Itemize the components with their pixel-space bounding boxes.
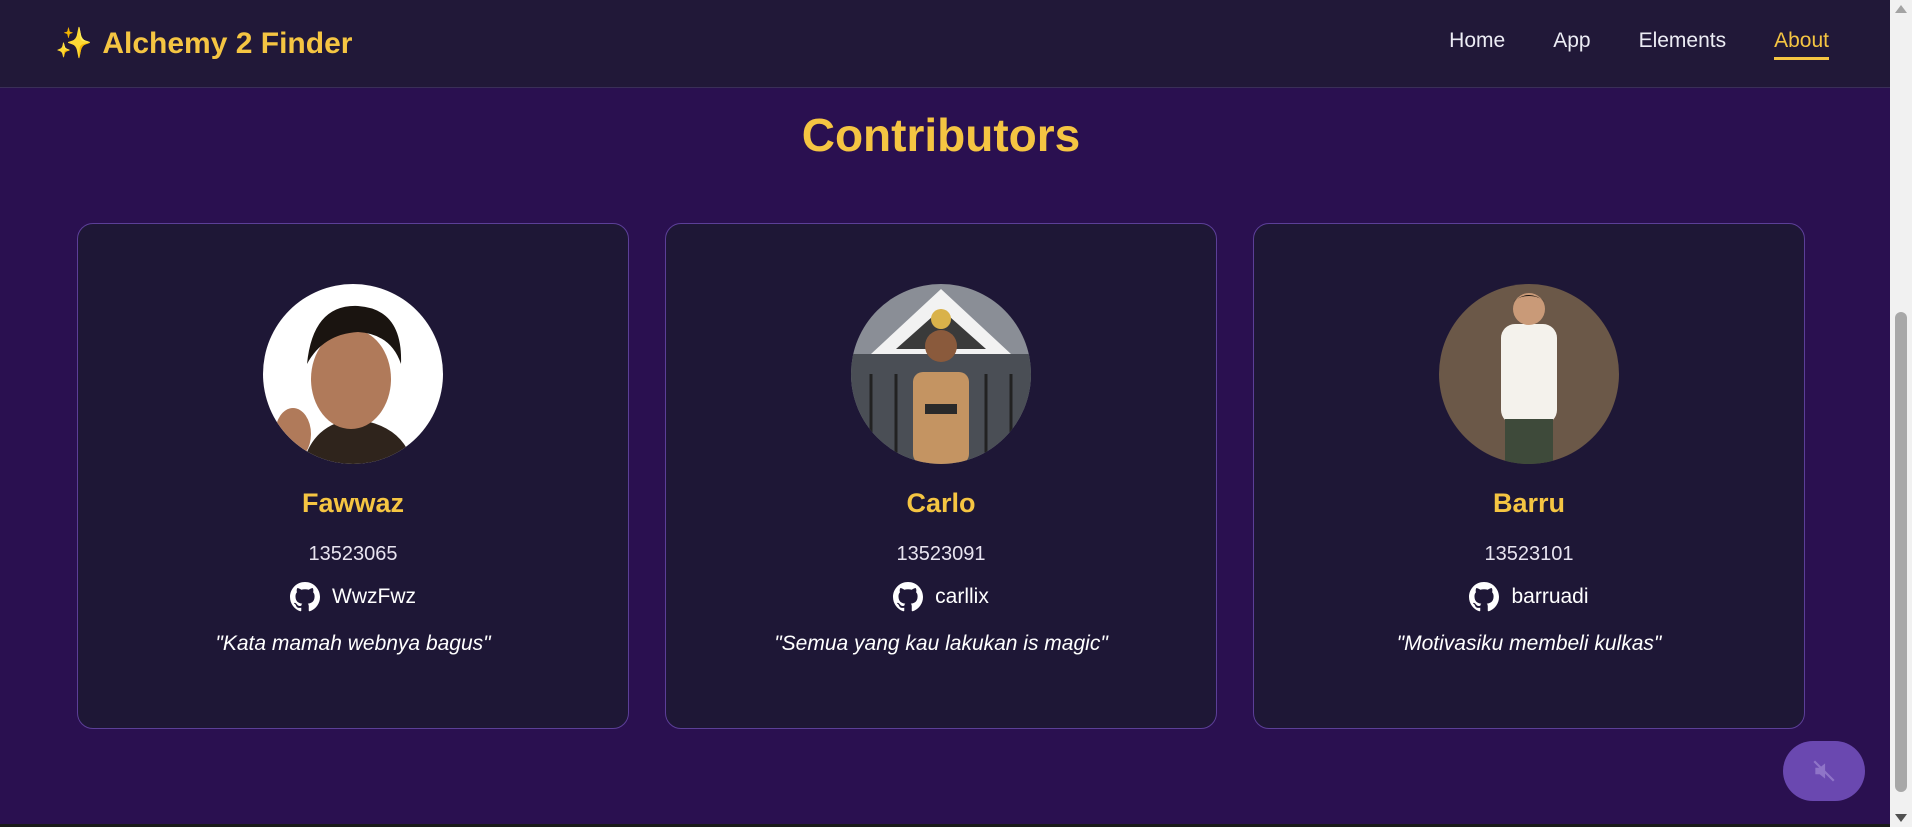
nav-link-about[interactable]: About [1774, 29, 1829, 60]
page-title: Contributors [801, 109, 1081, 161]
contributor-card: Carlo 13523091 carllix "Semua yang kau l… [665, 223, 1217, 729]
scroll-down-arrow[interactable] [1895, 814, 1907, 822]
github-link[interactable]: carllix [893, 582, 989, 612]
contributor-quote: "Motivasiku membeli kulkas" [1396, 632, 1662, 655]
contributor-name: Fawwaz [301, 488, 405, 518]
sparkles-icon: ✨ [55, 26, 93, 60]
contributor-card: Fawwaz 13523065 WwzFwz "Kata mamah webny… [77, 223, 629, 729]
speaker-muted-icon [1813, 760, 1835, 782]
nav-link-app[interactable]: App [1553, 29, 1590, 60]
contributor-name: Barru [1492, 488, 1566, 518]
github-icon [1469, 582, 1500, 612]
github-username: barruadi [1511, 585, 1589, 608]
contributor-nim: 13523091 [896, 543, 986, 565]
brand-logo[interactable]: ✨ Alchemy 2 Finder [55, 27, 352, 61]
contributor-nim: 13523065 [308, 543, 398, 565]
github-username: WwzFwz [332, 585, 416, 608]
github-icon [290, 582, 320, 612]
nav-link-elements[interactable]: Elements [1639, 29, 1727, 60]
navbar: ✨ Alchemy 2 Finder Home App Elements Abo… [0, 0, 1890, 88]
scrollbar[interactable] [1890, 0, 1912, 827]
brand-title: Alchemy 2 Finder [102, 26, 353, 60]
avatar [851, 284, 1031, 464]
avatar [1439, 284, 1619, 464]
github-icon [893, 582, 924, 612]
scroll-up-arrow[interactable] [1895, 5, 1907, 13]
scrollbar-thumb[interactable] [1895, 312, 1907, 792]
github-username: carllix [935, 585, 989, 608]
nav-links: Home App Elements About [1449, 0, 1829, 88]
contributor-card: Barru 13523101 barruadi "Motivasiku memb… [1253, 223, 1805, 729]
github-link[interactable]: barruadi [1469, 582, 1589, 612]
github-link[interactable]: WwzFwz [290, 582, 416, 612]
contributor-nim: 13523101 [1484, 543, 1574, 565]
avatar [263, 284, 443, 464]
contributor-name: Carlo [906, 488, 976, 518]
contributor-quote: "Kata mamah webnya bagus" [215, 632, 491, 655]
mute-button[interactable] [1783, 741, 1865, 801]
contributor-quote: "Semua yang kau lakukan is magic" [774, 632, 1108, 655]
nav-link-home[interactable]: Home [1449, 29, 1505, 60]
